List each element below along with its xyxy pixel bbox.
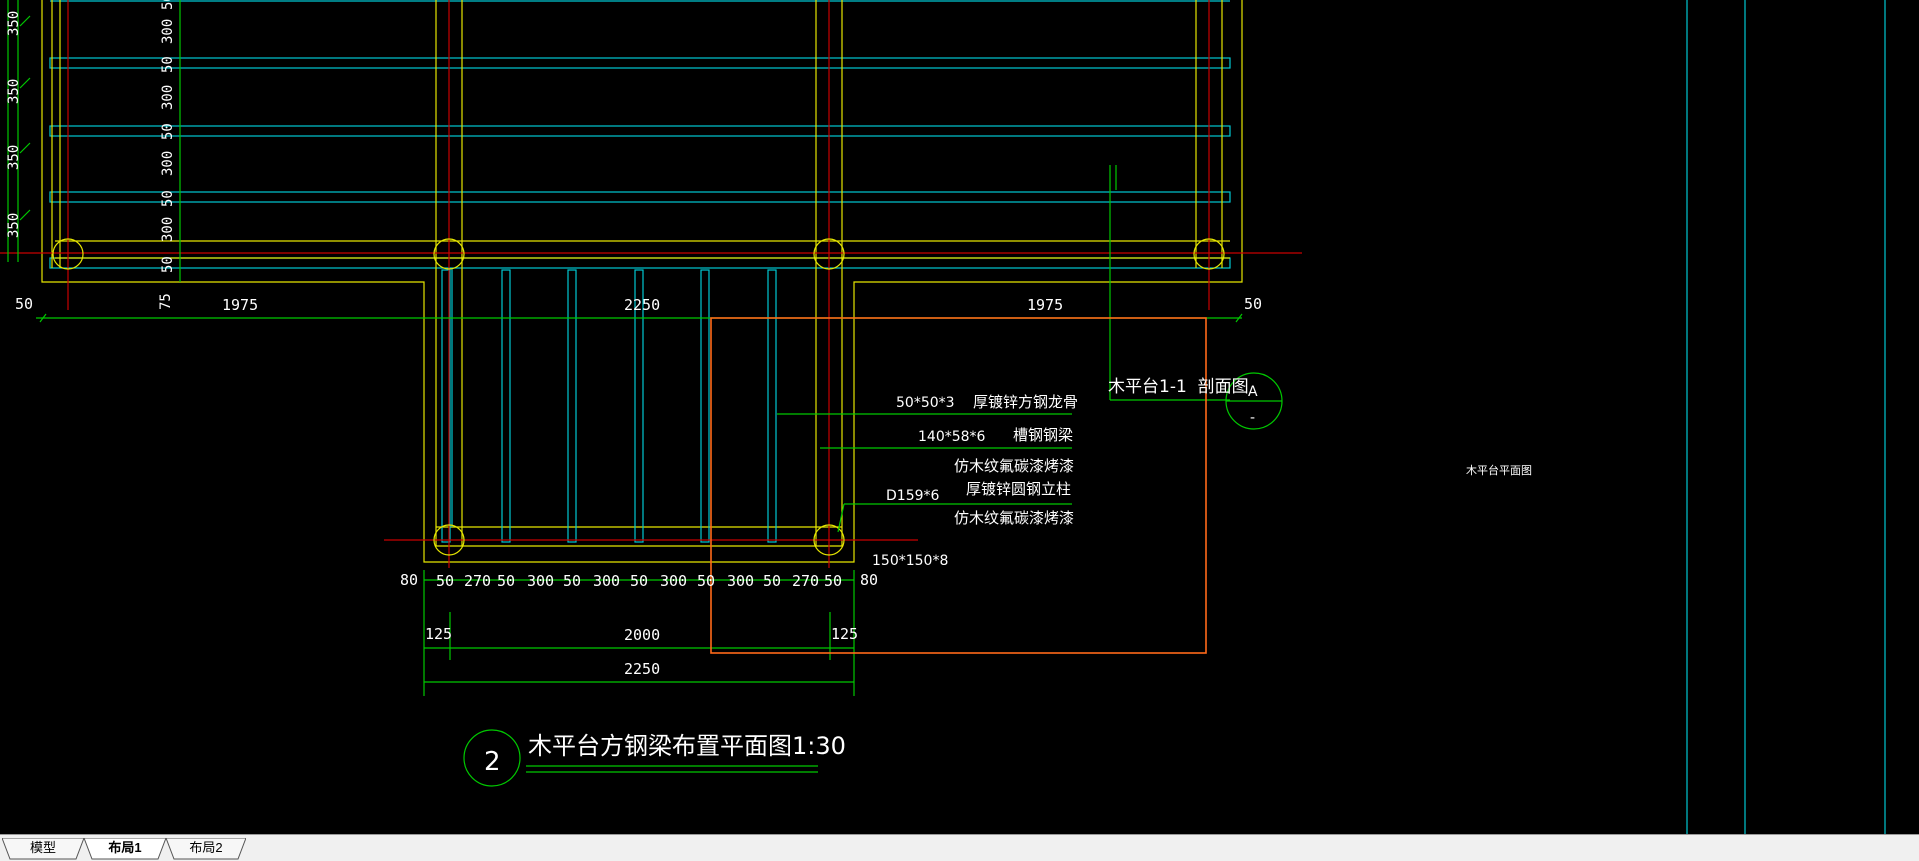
annotation-label: 厚镀锌圆钢立柱 [966, 480, 1071, 498]
joist [49, 257, 1231, 269]
joist [49, 191, 1231, 203]
annotation-label: 槽钢钢梁 [1013, 426, 1073, 444]
joist [501, 269, 511, 543]
dim-text: 350 [6, 213, 22, 238]
dim-text: 300 [660, 572, 687, 590]
dim-text: 300 [160, 19, 176, 44]
dim-text: 50 [160, 123, 176, 140]
layout-tab-bar: 模型 布局1 布局2 [0, 834, 1919, 861]
section-label: 木平台1-1 剖面图 [1108, 377, 1249, 397]
dim-text: 80 [860, 571, 878, 589]
section-symbol-top: A [1248, 384, 1258, 400]
dim-text: 50 [697, 572, 715, 590]
tab-label: 布局1 [108, 840, 142, 855]
dim-text: 50 [160, 256, 176, 273]
dim-text: 50 [160, 190, 176, 207]
joist [567, 269, 577, 543]
dim-text: 350 [6, 145, 22, 170]
dim-text: 50 [436, 572, 454, 590]
annotation-size: 140*58*6 [918, 429, 986, 445]
tab-layout2[interactable]: 布局2 [166, 838, 246, 860]
tab-label: 模型 [29, 840, 56, 855]
dim-text: 1975 [222, 296, 258, 314]
dim-text: 1975 [1027, 296, 1063, 314]
dim-text: 300 [160, 151, 176, 176]
dim-text: 270 [792, 572, 819, 590]
dim-text: 300 [160, 85, 176, 110]
joist [49, 125, 1231, 137]
annotation-size: D159*6 [886, 488, 940, 504]
drawing-title: 木平台方钢梁布置平面图1:30 [528, 732, 846, 760]
dim-text: 125 [425, 625, 452, 643]
side-label: 木平台平面图 [1466, 463, 1532, 477]
platform-outline [41, 0, 1243, 563]
dim-text: 300 [160, 217, 176, 242]
dim-text: 50 [824, 572, 842, 590]
joist [767, 269, 777, 543]
dim-text: 270 [464, 572, 491, 590]
dim-text: 50 [763, 572, 781, 590]
dim-text: 50 [563, 572, 581, 590]
annotation-label: 仿木纹氟碳漆烤漆 [954, 457, 1074, 475]
dim-text: 50 [160, 0, 176, 10]
drawing: 350 350 350 350 50 300 50 300 50 300 50 … [0, 0, 1886, 834]
dim-text: 50 [1244, 295, 1262, 313]
dim-text: 75 [158, 293, 174, 310]
dim-text: 2000 [624, 626, 660, 644]
dim-text: 300 [727, 572, 754, 590]
section-symbol-bottom: - [1250, 410, 1255, 426]
dim-text: 350 [6, 79, 22, 104]
annotation-label: 仿木纹氟碳漆烤漆 [954, 509, 1074, 527]
dim-text: 80 [400, 571, 418, 589]
annotation-size: 150*150*8 [872, 553, 948, 569]
dim-text: 350 [6, 11, 22, 36]
dim-text: 50 [160, 56, 176, 73]
joist [49, 57, 1231, 69]
dim-text: 300 [593, 572, 620, 590]
annotation-size: 50*50*3 [896, 395, 955, 411]
tab-layout1[interactable]: 布局1 [84, 838, 166, 860]
cad-drawing-canvas[interactable]: 350 350 350 350 50 300 50 300 50 300 50 … [0, 0, 1919, 834]
dim-text: 50 [497, 572, 515, 590]
dim-text: 2250 [624, 660, 660, 678]
viewport-frame [710, 317, 1207, 654]
joist [700, 269, 710, 543]
title-number: 2 [484, 747, 501, 777]
dim-text: 300 [527, 572, 554, 590]
annotation-label: 厚镀锌方钢龙骨 [973, 393, 1078, 411]
dim-text: 50 [630, 572, 648, 590]
dim-text: 50 [15, 295, 33, 313]
tab-label: 布局2 [189, 840, 223, 855]
tab-model[interactable]: 模型 [2, 838, 84, 860]
dim-text: 2250 [624, 296, 660, 314]
dim-text: 125 [831, 625, 858, 643]
